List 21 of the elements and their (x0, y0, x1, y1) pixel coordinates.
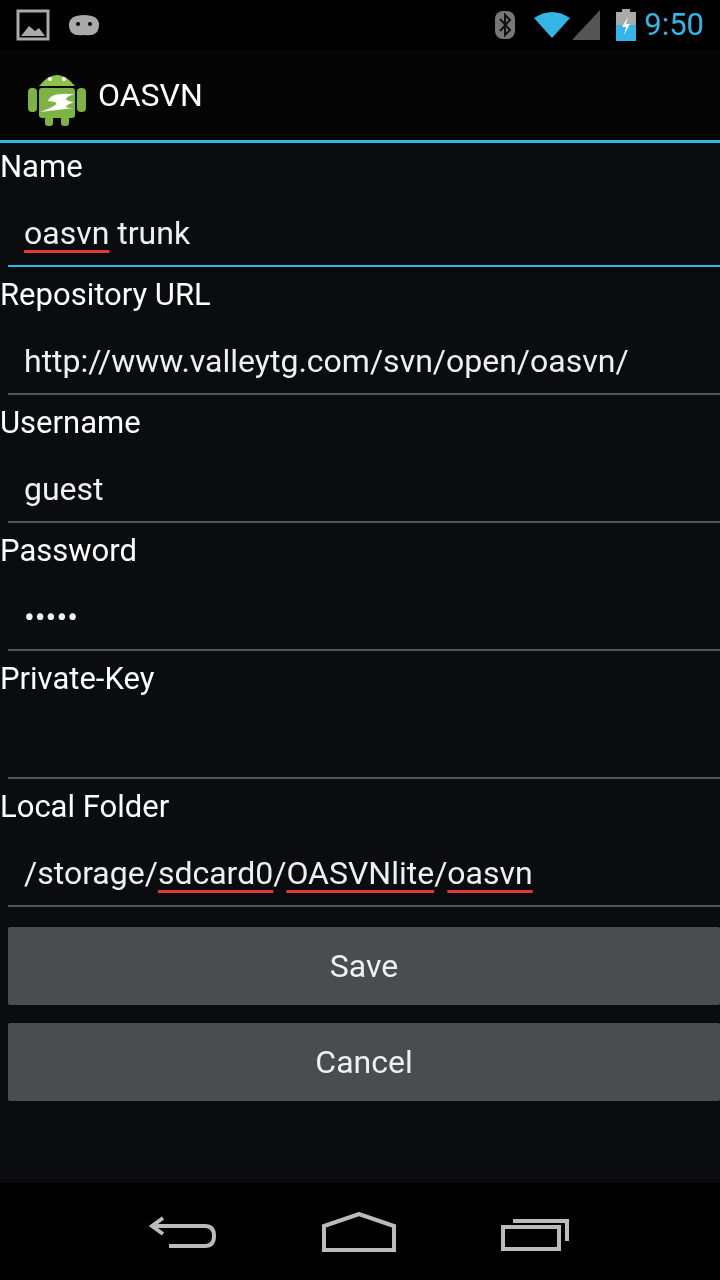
app-title: OASVN (98, 75, 203, 116)
field-label: Username (0, 403, 141, 443)
action-button[interactable]: Save (8, 927, 720, 1005)
signal-icon (572, 10, 601, 40)
input-field[interactable]: oasvn trunk (8, 187, 720, 267)
input-field[interactable]: http://www.valleytg.com/svn/open/oasvn/ (8, 315, 720, 395)
input-field[interactable]: guest (8, 443, 720, 523)
home-icon[interactable] (322, 1211, 396, 1252)
picture-notification-icon (16, 9, 50, 41)
battery-icon (616, 9, 637, 41)
bluetooth-icon (494, 10, 517, 40)
field-label: Name (0, 147, 83, 187)
field-label: Repository URL (0, 275, 211, 315)
input-field[interactable]: ••••• (8, 571, 720, 651)
wifi-icon (532, 10, 573, 40)
field-label: Private-Key (0, 659, 155, 699)
clock: 9:50 (644, 4, 704, 45)
action-button[interactable]: Cancel (8, 1023, 720, 1101)
field-label: Password (0, 531, 137, 571)
input-field[interactable]: /storage/sdcard0/OASVNlite/oasvn (8, 827, 720, 907)
field-label: Local Folder (0, 787, 170, 827)
